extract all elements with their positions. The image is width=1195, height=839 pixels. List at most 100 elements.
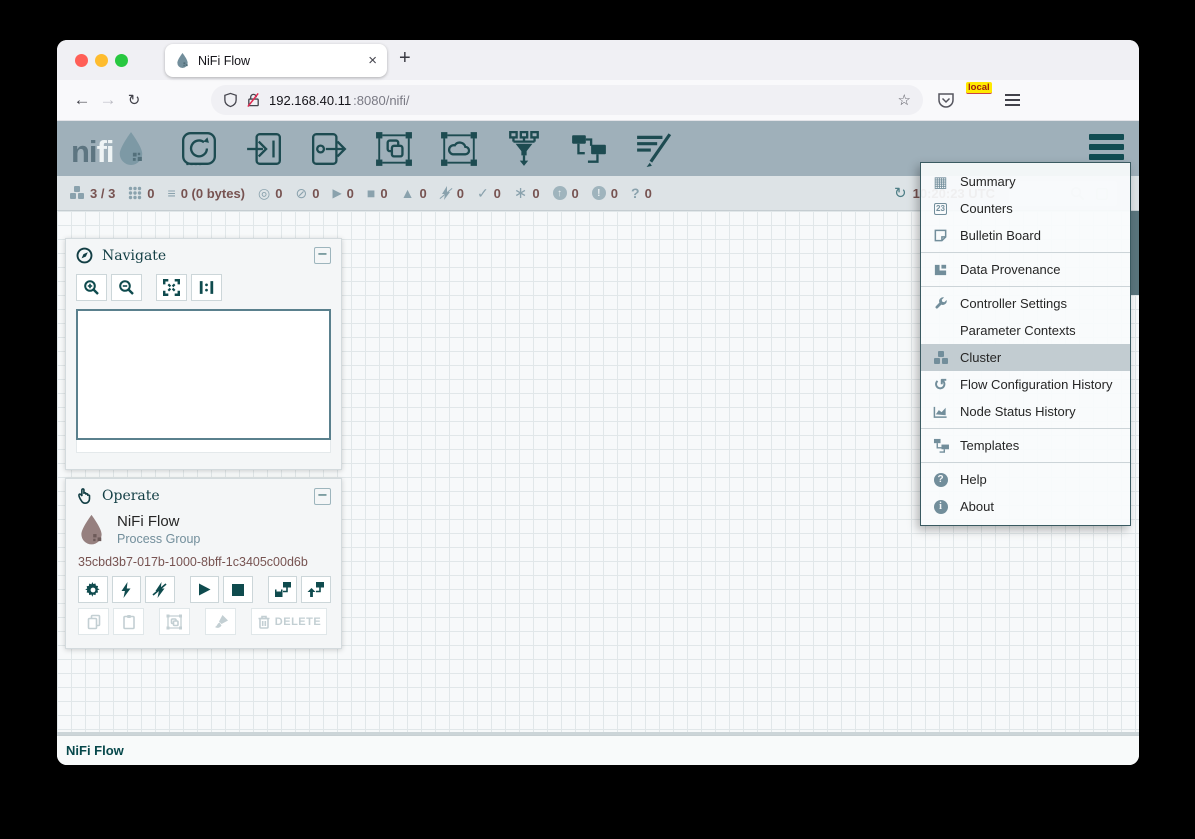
stat-queued: ≡0 (0 bytes) bbox=[168, 185, 245, 201]
breadcrumb-bar: NiFi Flow bbox=[57, 735, 1139, 765]
profile-container-badge: local bbox=[966, 82, 992, 94]
menu-separator bbox=[921, 428, 1130, 429]
menu-item-node-status-history[interactable]: Node Status History bbox=[921, 398, 1130, 425]
configure-button[interactable] bbox=[78, 576, 108, 603]
process-group-component-icon[interactable] bbox=[375, 131, 413, 167]
navigate-collapse-button[interactable]: − bbox=[314, 247, 331, 264]
stat-not-transmitting: ⊘0 bbox=[295, 185, 319, 202]
upload-template-button[interactable] bbox=[301, 576, 331, 603]
menu-item-about[interactable]: iAbout bbox=[921, 493, 1130, 520]
nifi-logo: nifi bbox=[71, 132, 146, 166]
zoom-out-button[interactable] bbox=[111, 274, 142, 301]
menu-item-counters[interactable]: 23 Counters bbox=[921, 195, 1130, 222]
transmitting-icon: ◎ bbox=[258, 185, 270, 202]
menu-label: Controller Settings bbox=[960, 296, 1067, 311]
menu-item-controller-settings[interactable]: Controller Settings bbox=[921, 290, 1130, 317]
menu-label: Flow Configuration History bbox=[960, 377, 1112, 392]
running-icon: ▶ bbox=[332, 186, 341, 200]
firefox-menu-button[interactable] bbox=[1005, 94, 1020, 106]
stat-up-to-date: ✓0 bbox=[477, 185, 501, 202]
navigate-header: Navigate − bbox=[66, 239, 341, 268]
url-bar[interactable]: 192.168.40.11 :8080/nifi/ ☆ bbox=[211, 85, 923, 115]
menu-item-flow-configuration-history[interactable]: ↺ Flow Configuration History bbox=[921, 371, 1130, 398]
pocket-icon[interactable] bbox=[937, 92, 955, 109]
menu-label: Parameter Contexts bbox=[960, 323, 1076, 338]
menu-item-data-provenance[interactable]: Data Provenance bbox=[921, 256, 1130, 283]
menu-label: About bbox=[960, 499, 994, 514]
threads-icon bbox=[128, 186, 142, 200]
trash-icon bbox=[257, 614, 271, 629]
refresh-icon[interactable]: ↻ bbox=[894, 184, 907, 202]
stat-locally-modified: ∗0 bbox=[514, 183, 540, 203]
traffic-minimize-button[interactable] bbox=[95, 54, 108, 67]
traffic-close-button[interactable] bbox=[75, 54, 88, 67]
menu-label: Templates bbox=[960, 438, 1019, 453]
insecure-lock-icon[interactable] bbox=[246, 92, 261, 108]
browser-window: NiFi Flow × + ← → ↻ 192.168.40.11 :8080/… bbox=[57, 40, 1139, 765]
not-transmitting-icon: ⊘ bbox=[295, 185, 307, 202]
global-menu-button[interactable] bbox=[1089, 134, 1124, 160]
up-to-date-icon: ✓ bbox=[477, 185, 489, 202]
remote-process-group-component-icon[interactable] bbox=[440, 131, 478, 167]
stat-transmitting: ◎0 bbox=[258, 185, 282, 202]
start-button[interactable] bbox=[190, 576, 220, 603]
navigate-panel: Navigate − bbox=[65, 238, 342, 470]
funnel-component-icon[interactable] bbox=[505, 131, 543, 167]
shield-icon[interactable] bbox=[223, 92, 238, 108]
label-component-icon[interactable] bbox=[635, 131, 673, 167]
help-icon: ? bbox=[932, 473, 949, 487]
queued-icon: ≡ bbox=[168, 185, 176, 201]
menu-item-bulletin-board[interactable]: Bulletin Board bbox=[921, 222, 1130, 249]
processor-component-icon[interactable] bbox=[180, 131, 218, 167]
canvas-scrollbar[interactable] bbox=[1131, 211, 1139, 295]
zoom-actual-size-button[interactable] bbox=[191, 274, 222, 301]
selected-component: NiFi Flow Process Group bbox=[66, 509, 341, 546]
operate-buttons-row1 bbox=[66, 571, 341, 603]
menu-item-summary[interactable]: ▦Summary bbox=[921, 168, 1130, 195]
global-menu-popup: ▦Summary 23 Counters Bulletin Board Data … bbox=[920, 162, 1131, 526]
create-template-button[interactable] bbox=[268, 576, 298, 603]
logo-ni: ni bbox=[71, 139, 97, 165]
zoom-in-button[interactable] bbox=[76, 274, 107, 301]
menu-label: Counters bbox=[960, 201, 1013, 216]
menu-item-help[interactable]: ?Help bbox=[921, 466, 1130, 493]
back-button[interactable]: ← bbox=[69, 90, 95, 110]
new-tab-button[interactable]: + bbox=[399, 47, 411, 70]
sync-failure-icon: ? bbox=[631, 185, 640, 201]
cluster-menu-icon bbox=[932, 351, 949, 365]
operate-buttons-row2: DELETE bbox=[66, 603, 341, 635]
url-host: 192.168.40.11 bbox=[269, 93, 351, 108]
profile-avatar[interactable]: local bbox=[970, 90, 990, 110]
nifi-favicon-drop-icon bbox=[175, 53, 190, 68]
history-icon: ↺ bbox=[932, 375, 949, 395]
stop-button[interactable] bbox=[223, 576, 253, 603]
summary-icon: ▦ bbox=[932, 173, 949, 191]
tab-close-icon[interactable]: × bbox=[368, 53, 377, 68]
input-port-component-icon[interactable] bbox=[245, 131, 283, 167]
bulletin-board-icon bbox=[932, 228, 949, 243]
output-port-component-icon[interactable] bbox=[310, 131, 348, 167]
breadcrumb-root[interactable]: NiFi Flow bbox=[66, 743, 124, 758]
counters-icon: 23 bbox=[932, 203, 949, 215]
menu-label: Data Provenance bbox=[960, 262, 1060, 277]
enable-button[interactable] bbox=[112, 576, 142, 603]
birdseye-minimap[interactable] bbox=[76, 309, 331, 440]
bookmark-star-icon[interactable]: ☆ bbox=[898, 91, 911, 109]
flow-id: 35cbd3b7-017b-1000-8bff-1c3405c00d6b bbox=[66, 546, 341, 571]
reload-button[interactable]: ↻ bbox=[121, 91, 147, 109]
traffic-zoom-button[interactable] bbox=[115, 54, 128, 67]
birdseye-strip bbox=[76, 440, 331, 453]
browser-tab[interactable]: NiFi Flow × bbox=[165, 44, 387, 77]
browser-toolbar: ← → ↻ 192.168.40.11 :8080/nifi/ ☆ local bbox=[57, 80, 1139, 121]
disable-button[interactable] bbox=[145, 576, 175, 603]
menu-item-templates[interactable]: Templates bbox=[921, 432, 1130, 459]
menu-item-cluster[interactable]: Cluster bbox=[921, 344, 1130, 371]
menu-item-parameter-contexts[interactable]: Parameter Contexts bbox=[921, 317, 1130, 344]
stat-stopped: ■0 bbox=[367, 185, 388, 201]
flow-type: Process Group bbox=[117, 532, 200, 546]
group-button bbox=[159, 608, 190, 635]
template-component-icon[interactable] bbox=[570, 131, 608, 167]
forward-button: → bbox=[95, 90, 121, 110]
operate-collapse-button[interactable]: − bbox=[314, 488, 331, 505]
zoom-fit-button[interactable] bbox=[156, 274, 187, 301]
